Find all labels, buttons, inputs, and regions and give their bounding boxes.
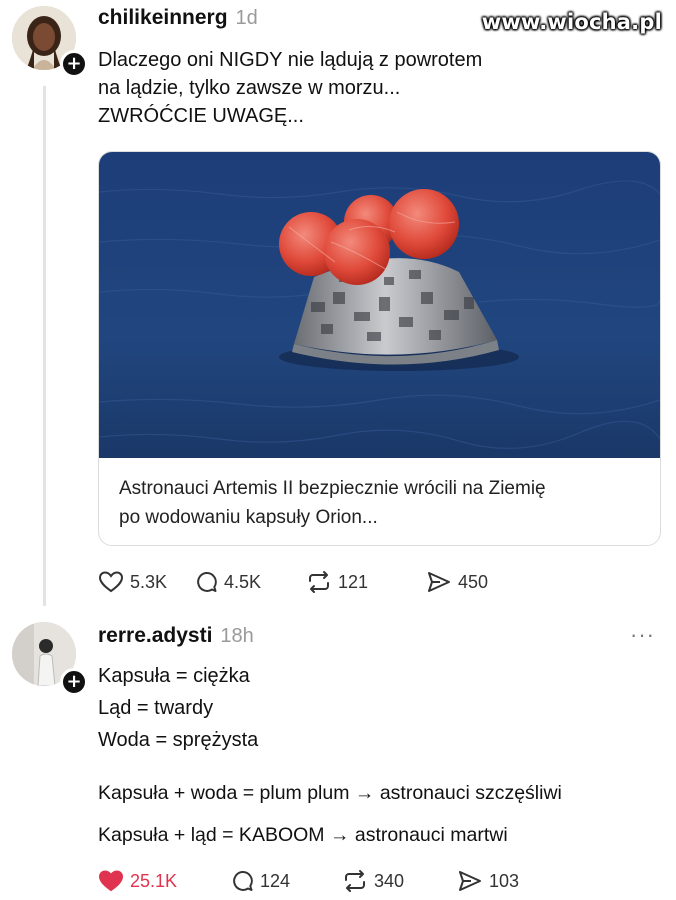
post2-actions: 25.1K 124 340 103 [98, 869, 519, 893]
post2-line: Woda = sprężysta [98, 729, 259, 751]
follow-plus-button[interactable]: + [60, 668, 88, 696]
post1-line: Dlaczego oni NIGDY nie lądują z powrotem [98, 49, 483, 71]
post2-line: Kapsuła + ląd = KABOOM → astronauci mart… [98, 824, 508, 846]
post1-text: Dlaczego oni NIGDY nie lądują z powrotem… [98, 46, 482, 130]
like-count: 5.3K [130, 571, 168, 592]
send-icon [428, 572, 450, 592]
post2-header: rerre.adysti 18h [98, 624, 254, 648]
comment-button[interactable]: 4.5K [194, 570, 306, 594]
watermark: www.wiocha.pl [481, 10, 662, 34]
post1-header: chilikeinnerg 1d [98, 6, 258, 30]
thread-line [43, 86, 46, 606]
share-button[interactable]: 450 [426, 570, 488, 594]
repost-count: 340 [374, 870, 405, 891]
post1-time: 1d [235, 7, 258, 29]
comment-icon [233, 870, 253, 891]
send-icon [459, 871, 481, 891]
card-caption-line: po wodowaniu kapsuły Orion... [119, 507, 378, 528]
post2-line: Kapsuła = ciężka [98, 665, 250, 687]
repost-icon [309, 571, 329, 593]
orion-capsule-photo [99, 152, 660, 458]
repost-button[interactable]: 121 [306, 570, 426, 594]
share-count: 450 [458, 571, 489, 592]
heart-icon [98, 571, 124, 593]
post1-line: na lądzie, tylko zawsze w morzu... [98, 77, 401, 99]
post2-line: Kapsuła + woda = plum plum → astronauci … [98, 782, 562, 804]
comment-button[interactable]: 124 [230, 869, 342, 893]
post1-actions: 5.3K 4.5K 121 450 [98, 570, 488, 594]
post2-text: Kapsuła = ciężka Ląd = twardy Woda = spr… [98, 660, 258, 756]
share-button[interactable]: 103 [457, 869, 519, 893]
post1-username[interactable]: chilikeinnerg [98, 6, 228, 29]
like-button[interactable]: 25.1K [98, 869, 230, 893]
repost-count: 121 [338, 571, 369, 592]
more-options-button[interactable]: ··· [630, 622, 655, 648]
post1-line: ZWRÓĆCIE UWAGĘ... [98, 105, 304, 127]
comment-icon [197, 571, 217, 592]
post2-text-equations: Kapsuła + woda = plum plum → astronauci … [98, 772, 562, 856]
follow-plus-button[interactable]: + [60, 50, 88, 78]
post2-time: 18h [220, 625, 254, 647]
heart-filled-icon [98, 870, 124, 892]
share-count: 103 [489, 870, 520, 891]
repost-icon [345, 870, 365, 892]
like-button[interactable]: 5.3K [98, 570, 194, 594]
like-count: 25.1K [130, 870, 178, 891]
comment-count: 124 [260, 870, 291, 891]
post2-username[interactable]: rerre.adysti [98, 624, 212, 647]
post2-line: Ląd = twardy [98, 697, 214, 719]
comment-count: 4.5K [224, 571, 262, 592]
link-preview-card[interactable]: Astronauci Artemis II bezpiecznie wrócil… [98, 151, 661, 546]
card-caption: Astronauci Artemis II bezpiecznie wrócil… [119, 474, 639, 532]
repost-button[interactable]: 340 [342, 869, 457, 893]
card-caption-line: Astronauci Artemis II bezpiecznie wrócil… [119, 478, 546, 499]
